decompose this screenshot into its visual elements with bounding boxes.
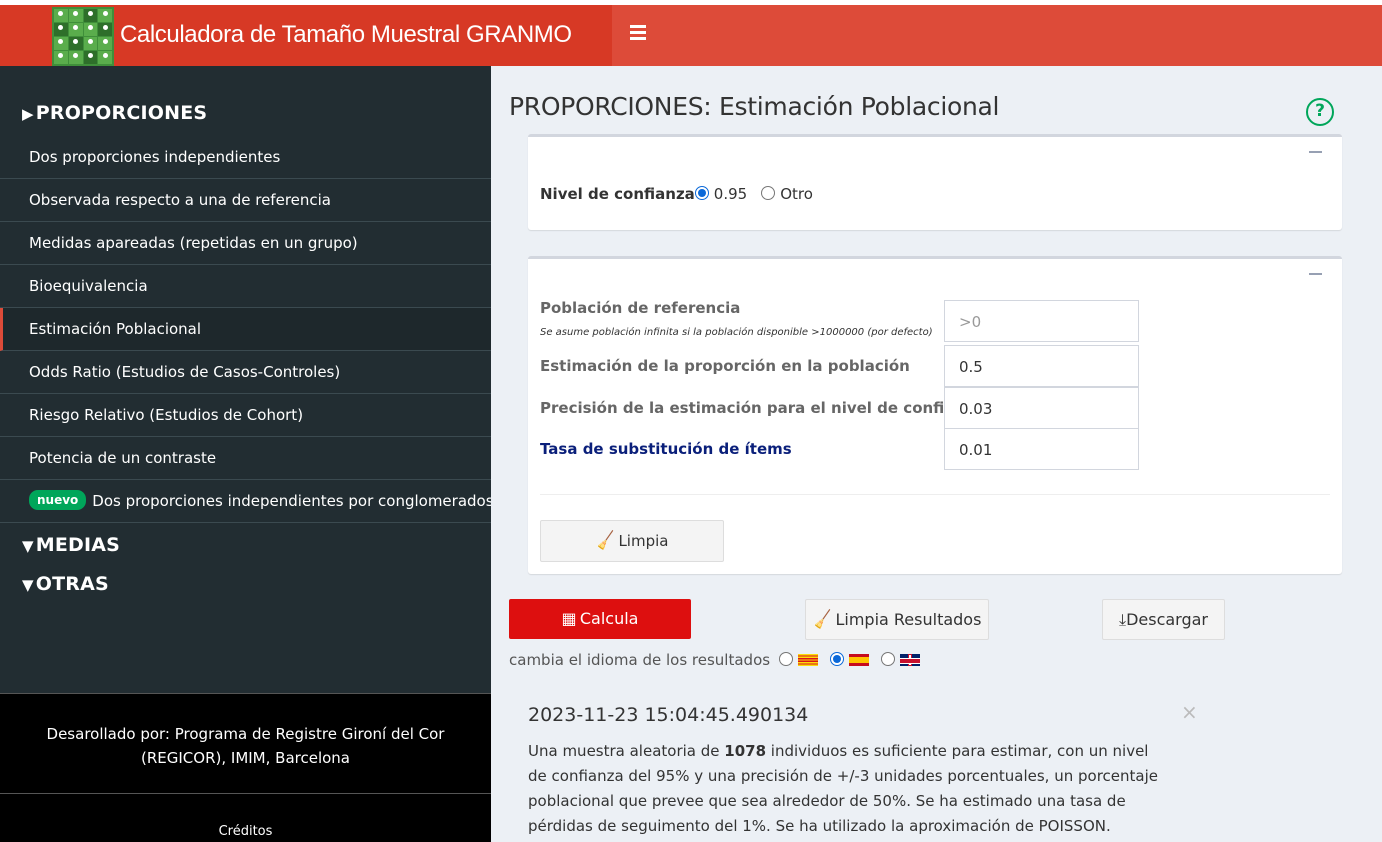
proporcion-label: Estimación de la proporción en la poblac… (540, 357, 910, 375)
granmo-logo (52, 7, 114, 66)
radio-095-label: 0.95 (713, 185, 748, 203)
divider (540, 494, 1330, 495)
brand-area[interactable]: Calculadora de Tamaño Muestral GRANMO (0, 5, 612, 66)
radio-095[interactable] (694, 185, 709, 200)
sidebar-item-dos-proporciones[interactable]: Dos proporciones independientes (0, 136, 491, 179)
new-badge: nuevo (29, 489, 87, 510)
section-proporciones[interactable]: ▶ PROPORCIONES (22, 102, 207, 124)
triangle-down-icon: ▼ (22, 576, 34, 594)
confidence-box: Nivel de confianza 0.95 Otro (528, 134, 1342, 230)
sidebar: ▶ PROPORCIONES Dos proporciones independi… (0, 66, 494, 842)
sidebar-item-label: Dos proporciones independientes por cong… (92, 492, 494, 510)
result-text-before: Una muestra aleatoria de (528, 742, 725, 760)
download-icon: ⤓ (1118, 610, 1127, 629)
section-label: PROPORCIONES (35, 102, 208, 124)
calculator-icon: ▦ (561, 609, 577, 628)
sidebar-item-potencia[interactable]: Potencia de un contraste (0, 437, 491, 480)
radio-otro[interactable] (761, 185, 776, 200)
section-medias[interactable]: ▼ MEDIAS (22, 534, 120, 556)
section-otras[interactable]: ▼ OTRAS (22, 573, 109, 595)
app-title: Calculadora de Tamaño Muestral GRANMO (120, 21, 572, 48)
sidebar-item-bioequivalencia[interactable]: Bioequivalencia (0, 265, 491, 308)
poblacion-label: Población de referencia (540, 299, 741, 317)
tasa-input[interactable]: 0.01 (944, 428, 1139, 470)
sidebar-item-conglomerados[interactable]: nuevo Dos proporciones independientes por… (0, 480, 494, 523)
sidebar-item-odds-ratio[interactable]: Odds Ratio (Estudios de Casos-Controles) (0, 351, 491, 394)
limpia-button[interactable]: 🧹 Limpia (540, 520, 724, 562)
poblacion-input[interactable]: >0 (944, 300, 1139, 342)
precision-input[interactable]: 0.03 (944, 387, 1139, 429)
credits-label: Créditos (218, 824, 273, 839)
uk-flag-icon (899, 653, 920, 666)
result-timestamp: 2023-11-23 15:04:45.490134 (528, 704, 809, 726)
confidence-row: Nivel de confianza 0.95 Otro (540, 185, 813, 203)
sidebar-item-estimacion-poblacional[interactable]: Estimación Poblacional (0, 308, 491, 351)
collapse-minus-icon[interactable] (1309, 151, 1322, 153)
limpia-resultados-label: Limpia Resultados (835, 610, 982, 629)
collapse-minus-icon[interactable] (1309, 273, 1322, 275)
confidence-label: Nivel de confianza (540, 185, 695, 203)
sample-size-value: 1078 (724, 742, 767, 760)
section-label: OTRAS (35, 573, 109, 595)
calcula-label: Calcula (579, 609, 639, 628)
section-label: MEDIAS (35, 534, 121, 556)
descargar-label: Descargar (1126, 610, 1208, 629)
page-title: PROPORCIONES: Estimación Poblacional (509, 92, 1000, 121)
poblacion-sublabel: Se asume población infinita si la poblac… (540, 327, 933, 338)
hamburger-icon[interactable] (630, 25, 648, 43)
main-content: PROPORCIONES: Estimación Poblacional ? N… (491, 66, 1382, 842)
sidebar-item-medidas-apareadas[interactable]: Medidas apareadas (repetidas en un grupo… (0, 222, 491, 265)
radio-otro-label: Otro (780, 185, 813, 203)
developed-by-text: Desarollado por: Programa de Registre Gi… (0, 693, 491, 793)
language-label: cambia el idioma de los resultados (509, 651, 771, 669)
sidebar-item-observada[interactable]: Observada respecto a una de referencia (0, 179, 491, 222)
parameters-box: Población de referencia Se asume poblaci… (528, 256, 1342, 574)
language-selector: cambia el idioma de los resultados (509, 651, 932, 669)
question-circle-icon[interactable]: ? (1306, 98, 1334, 126)
radio-catalan[interactable] (778, 651, 793, 666)
triangle-down-icon: ▼ (22, 537, 34, 555)
descargar-button[interactable]: ⤓Descargar (1102, 599, 1225, 640)
sidebar-item-riesgo-relativo[interactable]: Riesgo Relativo (Estudios de Cohort) (0, 394, 491, 437)
top-navbar: Calculadora de Tamaño Muestral GRANMO (0, 5, 1382, 66)
broom-icon: 🧹 (593, 529, 617, 552)
result-text: Una muestra aleatoria de 1078 individuos… (528, 739, 1168, 839)
limpia-resultados-button[interactable]: 🧹Limpia Resultados (805, 599, 989, 640)
radio-english[interactable] (880, 651, 895, 666)
precision-label: Precisión de la estimación para el nivel… (540, 399, 984, 417)
calcula-button[interactable]: ▦ Calcula (509, 599, 691, 639)
spanish-flag-icon (848, 653, 869, 666)
catalan-flag-icon (797, 653, 818, 666)
close-icon[interactable]: × (1181, 700, 1198, 724)
broom-icon: 🧹 (811, 608, 834, 631)
proporcion-input[interactable]: 0.5 (944, 345, 1139, 387)
credits-link[interactable]: Créditos (0, 793, 491, 842)
tasa-label: Tasa de substitución de ítems (540, 440, 792, 458)
limpia-label: Limpia (618, 532, 669, 550)
triangle-right-icon: ▶ (22, 105, 34, 123)
radio-spanish[interactable] (829, 651, 844, 666)
